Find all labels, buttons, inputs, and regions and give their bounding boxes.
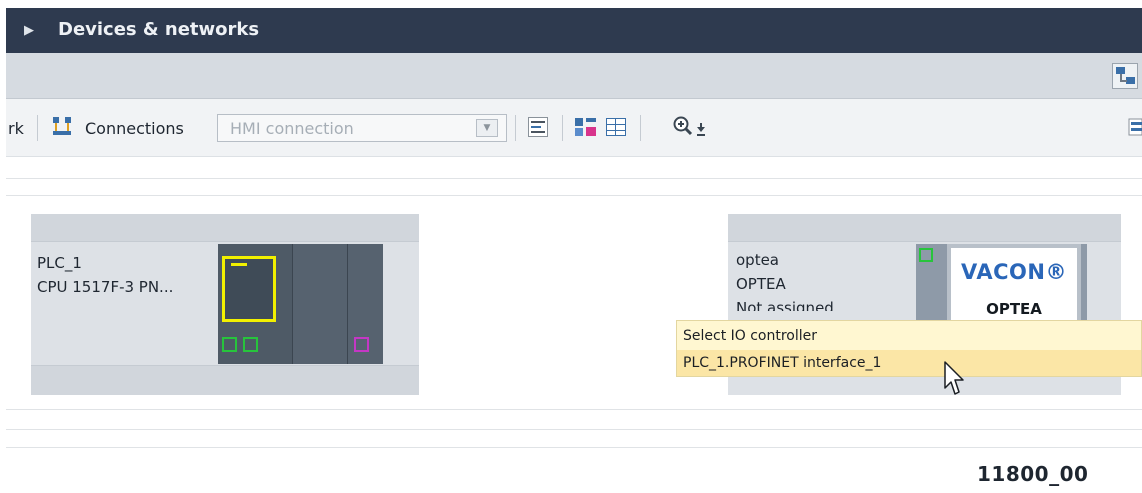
connection-type-value: HMI connection — [230, 119, 354, 138]
network-button-label[interactable]: rk — [8, 119, 24, 138]
plc-rack-image[interactable] — [218, 244, 383, 364]
canvas-gridline — [6, 178, 1142, 179]
cpu-status-bar — [231, 263, 247, 266]
figure-id: 11800_00 — [977, 462, 1089, 486]
vacon-module: VACON® OPTEA — [947, 244, 1081, 326]
vacon-logo: VACON® — [961, 260, 1067, 284]
device-header — [31, 214, 419, 242]
address-icon[interactable] — [526, 115, 550, 139]
highlight-icon[interactable] — [574, 115, 598, 139]
view-tabs-bar — [6, 53, 1142, 99]
zoom-in-icon[interactable] — [672, 115, 708, 139]
canvas-gridline — [6, 429, 1142, 430]
drive-model-label: OPTEA — [986, 300, 1042, 318]
drive-type: OPTEA — [736, 275, 786, 293]
canvas-gridline — [6, 409, 1142, 410]
canvas-gridline — [6, 447, 1142, 448]
network-view-icon[interactable] — [1112, 63, 1138, 89]
connections-icon[interactable] — [51, 115, 75, 139]
network-toolbar: rk Connections HMI connection ▼ — [6, 99, 1142, 157]
triangle-right-icon[interactable]: ▶ — [24, 23, 34, 38]
toolbar-separator — [37, 115, 38, 141]
canvas-gridline — [6, 195, 1142, 196]
overview-icon[interactable] — [1128, 117, 1142, 139]
mouse-cursor-icon — [943, 360, 967, 400]
connections-label[interactable]: Connections — [85, 119, 184, 138]
drive-device-image[interactable]: VACON® OPTEA — [916, 244, 1087, 326]
device-header — [728, 214, 1121, 242]
profinet-port[interactable] — [919, 248, 933, 262]
device-footer — [31, 365, 419, 395]
plc-name: PLC_1 — [37, 254, 82, 272]
toolbar-separator — [640, 115, 641, 141]
table-icon[interactable] — [604, 115, 628, 139]
connection-type-select[interactable]: HMI connection ▼ — [217, 114, 507, 142]
chevron-down-icon[interactable]: ▼ — [476, 119, 498, 137]
plc-type: CPU 1517F-3 PN... — [37, 278, 174, 296]
toolbar-separator — [562, 115, 563, 141]
panel-title: Devices & networks — [58, 19, 260, 40]
io-controller-dropdown[interactable]: Select IO controller PLC_1.PROFINET inte… — [676, 320, 1142, 377]
profinet-port-2[interactable] — [243, 337, 258, 352]
not-assigned-link[interactable]: Not assigned — [736, 299, 834, 311]
devices-networks-titlebar[interactable]: ▶ Devices & networks — [6, 8, 1142, 53]
cpu-module[interactable] — [222, 256, 276, 322]
profinet-port-1[interactable] — [222, 337, 237, 352]
drive-name: optea — [736, 251, 780, 269]
dropdown-header: Select IO controller — [683, 328, 818, 344]
module-port[interactable] — [354, 337, 369, 352]
rack-slot — [292, 244, 347, 364]
dropdown-option-plc1-profinet[interactable]: PLC_1.PROFINET interface_1 — [677, 350, 1141, 376]
toolbar-separator — [515, 115, 516, 141]
